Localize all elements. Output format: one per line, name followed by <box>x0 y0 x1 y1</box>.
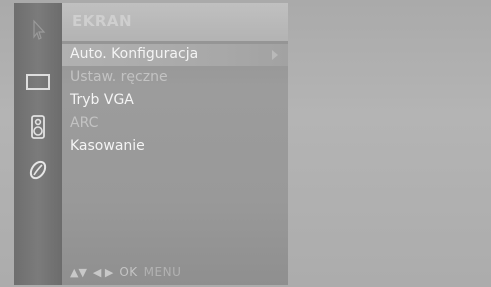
menu-item-arc[interactable]: ARC <box>62 113 288 135</box>
screen-icon[interactable] <box>14 69 62 95</box>
chevron-right-icon <box>272 50 278 60</box>
tv-screen: EKRAN Auto. Konfiguracja Ustaw. ręczne T… <box>0 0 491 287</box>
menu-header: EKRAN <box>62 3 288 41</box>
option-icon[interactable] <box>14 156 62 184</box>
menu-item-label: Ustaw. ręczne <box>70 69 168 85</box>
left-right-arrows-icon: ◀ ▶ <box>92 265 114 279</box>
menu-sidebar <box>14 3 62 285</box>
menu-item-label: Auto. Konfiguracja <box>70 46 199 62</box>
ekran-menu: EKRAN Auto. Konfiguracja Ustaw. ręczne T… <box>62 3 288 285</box>
menu-hint: MENU <box>143 265 182 279</box>
menu-item-label: Kasowanie <box>70 138 145 154</box>
speaker-icon[interactable] <box>14 113 62 141</box>
up-down-arrows-icon: ▲▼ <box>70 265 87 279</box>
picture-icon[interactable] <box>14 17 62 43</box>
menu-item-ustaw-reczne[interactable]: Ustaw. ręczne <box>62 67 288 89</box>
menu-title: EKRAN <box>72 12 133 30</box>
menu-item-kasowanie[interactable]: Kasowanie <box>62 136 288 158</box>
menu-item-label: Tryb VGA <box>70 92 134 108</box>
menu-item-auto-konfiguracja[interactable]: Auto. Konfiguracja <box>62 44 288 66</box>
navigation-hints: ▲▼ ◀ ▶ OK MENU <box>70 265 181 279</box>
menu-item-tryb-vga[interactable]: Tryb VGA <box>62 90 288 112</box>
ok-hint: OK <box>119 265 138 279</box>
menu-item-label: ARC <box>70 115 99 131</box>
